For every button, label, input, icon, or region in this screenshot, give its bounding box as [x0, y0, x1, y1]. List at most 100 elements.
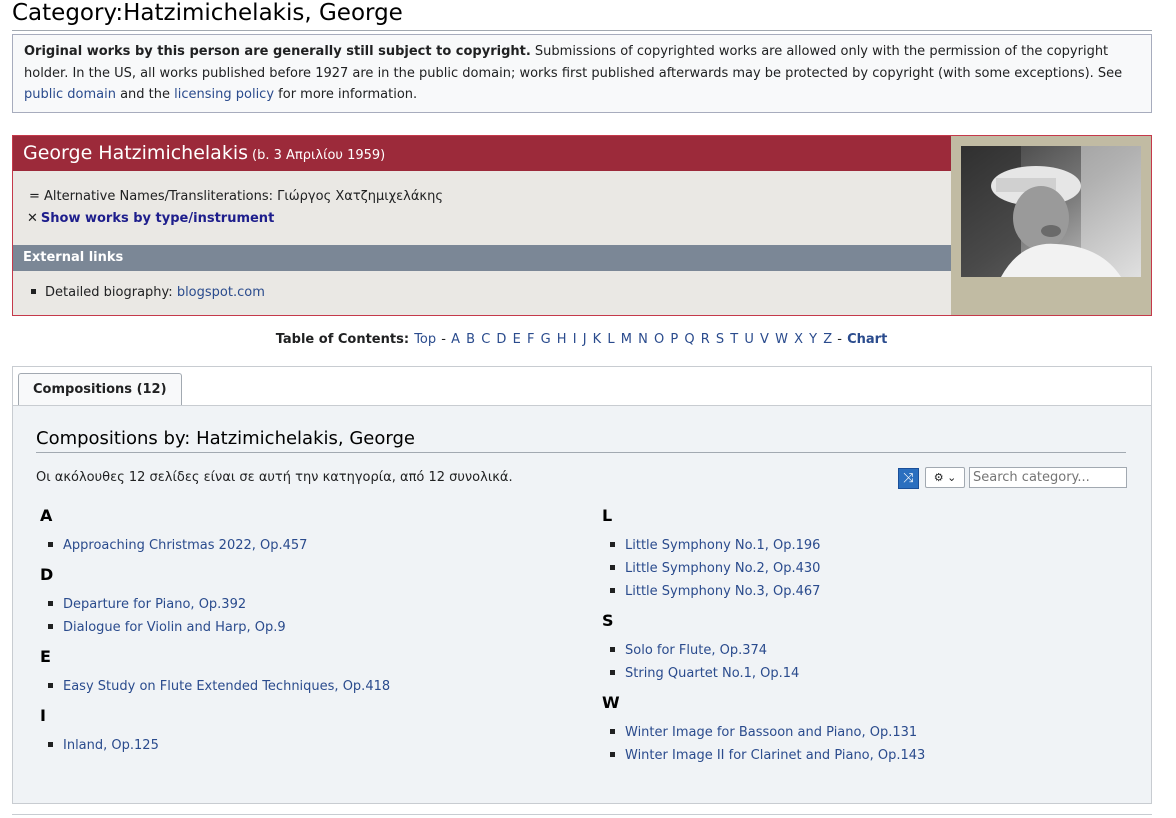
list-item: Little Symphony No.1, Op.196	[602, 534, 925, 557]
toc-letter-link[interactable]: M	[621, 332, 632, 347]
toc-letter-link[interactable]: B	[466, 332, 475, 347]
bullet-icon	[610, 647, 615, 652]
list-item: String Quartet No.1, Op.14	[602, 662, 925, 685]
toc-letter-link[interactable]: I	[573, 332, 577, 347]
toc-letter-link[interactable]: L	[607, 332, 614, 347]
composition-link[interactable]: Departure for Piano, Op.392	[63, 597, 246, 612]
toc-letter-link[interactable]: C	[481, 332, 490, 347]
public-domain-link[interactable]: public domain	[24, 87, 116, 102]
tab-compositions[interactable]: Compositions (12)	[18, 373, 182, 405]
list-item: Approaching Christmas 2022, Op.457	[40, 534, 390, 557]
toc-letter-link[interactable]: T	[730, 332, 738, 347]
bullet-icon	[48, 683, 53, 688]
show-works-toggle[interactable]: ✕ Show works by type/instrument	[27, 211, 274, 226]
list-item: Inland, Op.125	[40, 734, 390, 757]
external-links-header: External links	[13, 245, 951, 271]
toc-letter-link[interactable]: Y	[809, 332, 817, 347]
composition-link[interactable]: Little Symphony No.1, Op.196	[625, 538, 820, 553]
toc-letter-link[interactable]: N	[638, 332, 648, 347]
person-name-wrap: George Hatzimichelakis (b. 3 Απριλίου 195…	[23, 142, 385, 164]
composition-link[interactable]: Little Symphony No.3, Op.467	[625, 584, 820, 599]
toc-letter-link[interactable]: Q	[684, 332, 694, 347]
letter-heading: I	[40, 706, 46, 725]
letter-group: L Little Symphony No.1, Op.196 Little Symp…	[602, 506, 925, 611]
toc-letter-link[interactable]: E	[513, 332, 521, 347]
bullet-icon	[610, 729, 615, 734]
bullet-icon	[610, 752, 615, 757]
person-photo[interactable]	[961, 146, 1141, 277]
alternative-names: = Alternative Names/Transliterations: Γι…	[29, 189, 443, 204]
toc-letter-link[interactable]: O	[654, 332, 664, 347]
composition-link[interactable]: Winter Image for Bassoon and Piano, Op.1…	[625, 725, 917, 740]
composition-link[interactable]: Dialogue for Violin and Harp, Op.9	[63, 620, 286, 635]
biography-link[interactable]: blogspot.com	[177, 285, 265, 300]
page-count-text: Οι ακόλουθες 12 σελίδες είναι σε αυτή τη…	[36, 470, 513, 485]
composition-link[interactable]: Solo for Flute, Op.374	[625, 643, 767, 658]
toc-letter-link[interactable]: V	[760, 332, 769, 347]
compositions-column-left: A Approaching Christmas 2022, Op.457 D Depa…	[40, 506, 390, 765]
compositions-column-right: L Little Symphony No.1, Op.196 Little Symp…	[602, 506, 925, 775]
toc-chart-link[interactable]: Chart	[847, 332, 887, 347]
composition-link[interactable]: Little Symphony No.2, Op.430	[625, 561, 820, 576]
shuffle-button[interactable]: ⤨	[898, 468, 919, 489]
bullet-icon	[48, 624, 53, 629]
toc-letter-link[interactable]: F	[527, 332, 534, 347]
letter-group: S Solo for Flute, Op.374 String Quartet No…	[602, 611, 925, 693]
toc-letter-link[interactable]: Z	[823, 332, 832, 347]
toc-letter-link[interactable]: H	[557, 332, 567, 347]
bullet-icon	[48, 601, 53, 606]
bullet-icon	[48, 742, 53, 747]
gear-icon: ⚙	[933, 471, 944, 484]
biography-item: Detailed biography: blogspot.com	[29, 285, 265, 300]
toc-top-link[interactable]: Top	[414, 332, 436, 347]
compositions-heading: Compositions by: Hatzimichelakis, George	[36, 428, 1126, 453]
composition-link[interactable]: Winter Image II for Clarinet and Piano, …	[625, 748, 925, 763]
toc-letter-link[interactable]: A	[451, 332, 460, 347]
toc-letter-link[interactable]: U	[744, 332, 754, 347]
toc-label: Table of Contents:	[275, 332, 410, 347]
letter-group: W Winter Image for Bassoon and Piano, Op.…	[602, 693, 925, 775]
list-item: Dialogue for Violin and Harp, Op.9	[40, 616, 390, 639]
page-title: Category:Hatzimichelakis, George	[12, 0, 1152, 31]
letter-group: A Approaching Christmas 2022, Op.457	[40, 506, 390, 565]
toc-letter-link[interactable]: D	[496, 332, 506, 347]
list-item: Solo for Flute, Op.374	[602, 639, 925, 662]
toc-letter-link[interactable]: G	[541, 332, 551, 347]
list-item: Little Symphony No.2, Op.430	[602, 557, 925, 580]
external-links-title: External links	[23, 250, 124, 265]
letter-heading: L	[602, 506, 613, 525]
view-mode-select[interactable]: ⚙ ⌄	[925, 467, 965, 488]
toc-letter-link[interactable]: X	[794, 332, 803, 347]
composition-link[interactable]: Approaching Christmas 2022, Op.457	[63, 538, 307, 553]
copyright-bold-text: Original works by this person are genera…	[24, 44, 531, 59]
show-works-label: Show works by type/instrument	[40, 211, 275, 226]
composition-link[interactable]: Inland, Op.125	[63, 738, 159, 753]
bullet-icon	[31, 289, 36, 294]
bullet-icon	[610, 565, 615, 570]
composition-link[interactable]: Easy Study on Flute Extended Techniques,…	[63, 679, 390, 694]
compositions-tabs: Compositions (12) Compositions by: Hatzi…	[12, 366, 1152, 804]
bullet-icon	[610, 588, 615, 593]
search-category-input[interactable]	[969, 467, 1127, 488]
toc-letter-link[interactable]: P	[670, 332, 678, 347]
toc-letter-link[interactable]: K	[593, 332, 602, 347]
letter-heading: A	[40, 506, 53, 525]
toc-letter-link[interactable]: W	[775, 332, 788, 347]
toc-letter-link[interactable]: R	[701, 332, 710, 347]
toc-letter-link[interactable]: J	[583, 332, 587, 347]
list-item: Easy Study on Flute Extended Techniques,…	[40, 675, 390, 698]
toc-letters: A B C D E F G H I J K L M N O P Q R S T …	[450, 332, 833, 347]
copyright-for-more: for more information.	[274, 87, 418, 102]
bullet-icon	[610, 542, 615, 547]
licensing-policy-link[interactable]: licensing policy	[174, 87, 274, 102]
letter-heading: D	[40, 565, 54, 584]
bullet-icon	[48, 542, 53, 547]
tab-strip: Compositions (12)	[13, 367, 1151, 406]
composition-link[interactable]: String Quartet No.1, Op.14	[625, 666, 799, 681]
toc-letter-link[interactable]: S	[716, 332, 724, 347]
